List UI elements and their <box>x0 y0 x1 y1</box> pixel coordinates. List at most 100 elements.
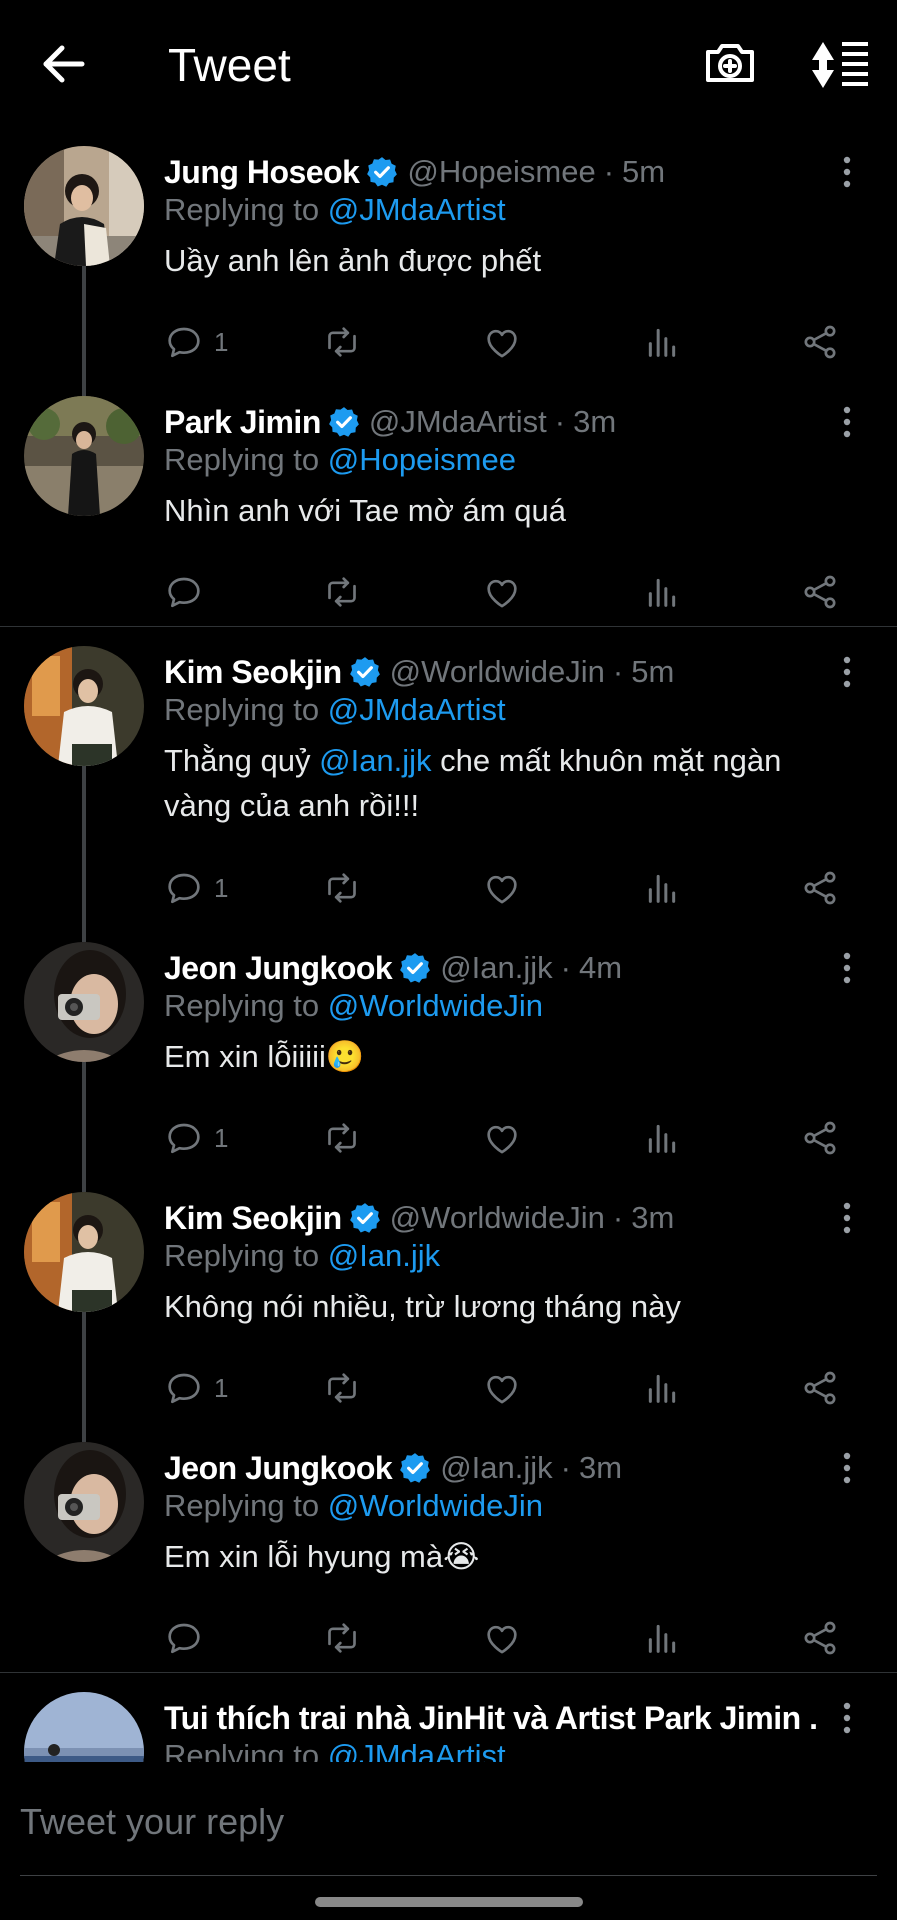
avatar[interactable] <box>24 396 144 516</box>
sort-icon <box>812 42 868 88</box>
retweet-button[interactable] <box>322 1616 362 1660</box>
more-options-icon[interactable] <box>832 154 862 194</box>
timestamp: 3m <box>573 404 617 439</box>
avatar[interactable] <box>24 646 144 766</box>
views-button[interactable] <box>642 1366 682 1410</box>
more-options-icon[interactable] <box>832 1450 862 1490</box>
like-button[interactable] <box>482 320 522 364</box>
avatar[interactable] <box>24 942 144 1062</box>
share-button[interactable] <box>800 866 840 910</box>
reply-button[interactable] <box>164 1616 214 1660</box>
tweet-reply[interactable]: Jeon Jungkook @Ian.jjk · 4m Replying to … <box>0 926 897 1176</box>
more-options-icon[interactable] <box>832 950 862 990</box>
like-button[interactable] <box>482 1366 522 1410</box>
share-button[interactable] <box>800 1116 840 1160</box>
reply-button[interactable]: 1 <box>164 866 228 910</box>
like-button[interactable] <box>482 1116 522 1160</box>
retweet-button[interactable] <box>322 570 362 614</box>
author-handle[interactable]: @WorldwideJin <box>390 654 605 690</box>
reply-composer <box>0 1762 897 1882</box>
reply-button[interactable]: 1 <box>164 1366 228 1410</box>
author-name[interactable]: Jung Hoseok <box>164 154 360 191</box>
avatar[interactable] <box>24 1192 144 1312</box>
retweet-button[interactable] <box>322 1366 362 1410</box>
like-button[interactable] <box>482 866 522 910</box>
author-name[interactable]: Park Jimin <box>164 404 321 441</box>
replying-to: Replying to @WorldwideJin <box>164 1488 543 1524</box>
tweet-reply[interactable]: Park Jimin @JMdaArtist · 3m Replying to … <box>0 380 897 630</box>
replying-to-mention[interactable]: @WorldwideJin <box>328 1488 543 1523</box>
reply-button[interactable]: 1 <box>164 1116 228 1160</box>
page-title: Tweet <box>168 39 291 91</box>
tweet-actions <box>164 1616 864 1660</box>
retweet-button[interactable] <box>322 866 362 910</box>
tweet-reply[interactable]: Jeon Jungkook @Ian.jjk · 3m Replying to … <box>0 1426 897 1676</box>
author-handle[interactable]: @JMdaArtist <box>369 404 547 440</box>
like-icon <box>482 572 522 612</box>
replying-to-mention[interactable]: @Ian.jjk <box>328 1238 440 1273</box>
share-button[interactable] <box>800 1366 840 1410</box>
avatar[interactable] <box>24 1442 144 1562</box>
author-name[interactable]: Jeon Jungkook <box>164 950 393 987</box>
views-button[interactable] <box>642 866 682 910</box>
tweet-text-part: Thằng quỷ <box>164 743 320 778</box>
reply-icon <box>164 1368 204 1408</box>
author-name[interactable]: Jeon Jungkook <box>164 1450 393 1487</box>
timestamp: 5m <box>631 654 675 689</box>
more-options-icon[interactable] <box>832 654 862 694</box>
views-button[interactable] <box>642 1616 682 1660</box>
reply-icon <box>164 868 204 908</box>
inline-mention[interactable]: @Ian.jjk <box>319 743 431 778</box>
views-button[interactable] <box>642 320 682 364</box>
tweet-reply[interactable]: Jung Hoseok @Hopeismee · 5m Replying to … <box>0 130 897 402</box>
views-button[interactable] <box>642 570 682 614</box>
views-button[interactable] <box>642 1116 682 1160</box>
reply-button[interactable]: 1 <box>164 320 228 364</box>
author-handle[interactable]: @Ian.jjk <box>440 950 552 986</box>
share-icon <box>800 1118 840 1158</box>
replying-to-mention[interactable]: @JMdaArtist <box>328 192 506 227</box>
replying-to-mention[interactable]: @JMdaArtist <box>328 692 506 727</box>
reply-input[interactable] <box>20 1792 840 1852</box>
replying-to-mention[interactable]: @JMdaArtist <box>328 1738 506 1762</box>
author-name[interactable]: Kim Seokjin <box>164 1200 342 1237</box>
tweet-reply[interactable]: Kim Seokjin @WorldwideJin · 3m Replying … <box>0 1176 897 1426</box>
author-name[interactable]: Tui thích trai nhà JinHit và Artist Park… <box>164 1700 817 1737</box>
share-button[interactable] <box>800 320 840 364</box>
avatar[interactable] <box>24 146 144 266</box>
avatar[interactable] <box>24 1692 144 1762</box>
verified-badge-icon <box>398 1451 432 1485</box>
camera-button[interactable] <box>700 34 760 94</box>
retweet-icon <box>322 1368 362 1408</box>
replies-feed[interactable]: Jung Hoseok @Hopeismee · 5m Replying to … <box>0 130 897 1762</box>
replying-to-mention[interactable]: @Hopeismee <box>328 442 516 477</box>
tweet-reply[interactable]: Tui thích trai nhà JinHit và Artist Park… <box>0 1676 897 1762</box>
views-icon <box>642 1368 682 1408</box>
retweet-icon <box>322 868 362 908</box>
retweet-button[interactable] <box>322 320 362 364</box>
author-handle[interactable]: @WorldwideJin <box>390 1200 605 1236</box>
like-button[interactable] <box>482 1616 522 1660</box>
reply-count: 1 <box>214 1122 229 1153</box>
like-button[interactable] <box>482 570 522 614</box>
reply-count: 1 <box>214 326 229 357</box>
author-handle[interactable]: @Ian.jjk <box>440 1450 552 1486</box>
home-gesture-bar[interactable] <box>315 1897 583 1907</box>
retweet-button[interactable] <box>322 1116 362 1160</box>
author-handle[interactable]: @Hopeismee <box>407 154 595 190</box>
share-button[interactable] <box>800 570 840 614</box>
more-options-icon[interactable] <box>832 404 862 444</box>
reply-icon <box>164 572 204 612</box>
tweet-text: Không nói nhiều, trừ lương tháng này <box>164 1289 681 1324</box>
back-button[interactable] <box>36 34 96 94</box>
tweet-reply[interactable]: Kim Seokjin @WorldwideJin · 5m Replying … <box>0 630 897 926</box>
thread-connector-line <box>82 1426 86 1442</box>
retweet-icon <box>322 572 362 612</box>
share-button[interactable] <box>800 1616 840 1660</box>
more-options-icon[interactable] <box>832 1700 862 1740</box>
more-options-icon[interactable] <box>832 1200 862 1240</box>
reply-button[interactable] <box>164 570 214 614</box>
replying-to-mention[interactable]: @WorldwideJin <box>328 988 543 1023</box>
sort-replies-button[interactable] <box>808 34 872 94</box>
author-name[interactable]: Kim Seokjin <box>164 654 342 691</box>
